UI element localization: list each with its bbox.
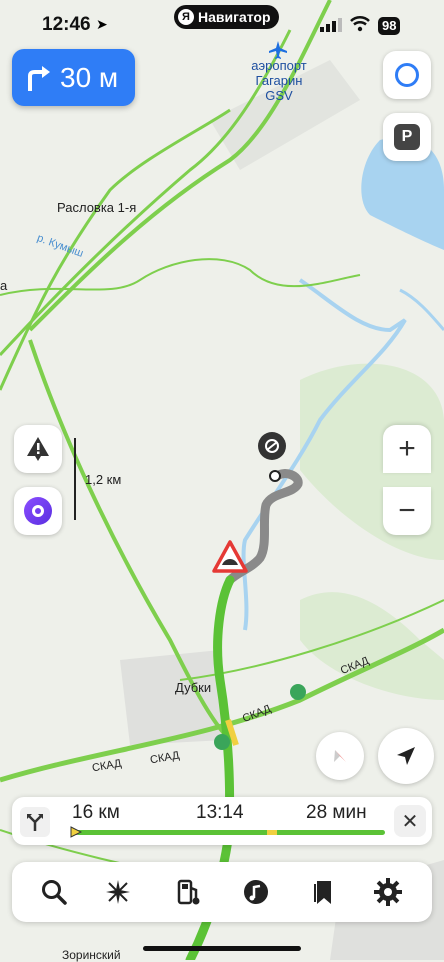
next-turn-fork-icon	[20, 807, 50, 837]
compass-button[interactable]	[316, 732, 364, 780]
route-distance: 16 км	[72, 802, 120, 823]
report-incident-button[interactable]	[14, 425, 62, 473]
sparkle-icon	[106, 880, 130, 904]
alice-purple-icon	[24, 497, 52, 525]
bookmarks-button[interactable]	[304, 874, 344, 910]
navigation-arrow-icon	[397, 747, 415, 765]
settings-button[interactable]	[368, 874, 408, 910]
gas-station-icon[interactable]	[214, 734, 230, 750]
traffic-yellow-segment	[267, 830, 277, 835]
status-bar: 12:46 ➤ Я Навигатор 98	[0, 0, 444, 50]
bottom-toolbar	[12, 862, 432, 922]
whats-nearby-button[interactable]	[98, 874, 138, 910]
bumpy-road-hazard-icon[interactable]	[212, 540, 248, 579]
location-arrow-icon: ➤	[96, 16, 108, 32]
app-indicator-pill[interactable]: Я Навигатор	[174, 5, 279, 29]
warning-pin-icon	[27, 437, 49, 461]
gas-station-icon[interactable]	[290, 684, 306, 700]
airport-label-line1: аэропорт	[251, 58, 307, 73]
turn-right-icon	[28, 65, 50, 91]
village-dubki-label: Дубки	[175, 680, 212, 695]
village-raslovka-label: Расловка 1-я	[57, 200, 137, 215]
scale-label: 1,2 км	[85, 472, 122, 487]
route-duration: 28 мин	[306, 802, 367, 823]
fuel-pump-icon	[177, 879, 200, 905]
scale-bar	[74, 438, 76, 520]
music-circle-icon	[244, 880, 268, 904]
parking-button[interactable]: P	[383, 113, 431, 161]
wifi-icon	[350, 16, 370, 32]
bookmark-icon	[314, 881, 331, 904]
plus-icon: +	[398, 432, 416, 465]
cellular-signal-icon	[320, 18, 342, 32]
arrival-time: 13:14	[196, 802, 244, 823]
yandex-logo-icon: Я	[178, 9, 194, 25]
zoom-in-button[interactable]: +	[383, 425, 431, 473]
alice-ring-icon	[395, 63, 419, 87]
edge-label: а	[0, 278, 8, 293]
speed-camera-icon[interactable]	[258, 432, 286, 460]
route-summary-panel[interactable]: 16 км 13:14 28 мин ✕	[12, 797, 432, 845]
minus-icon: −	[398, 494, 416, 527]
home-indicator[interactable]	[143, 946, 301, 951]
clock: 12:46	[42, 14, 91, 35]
airport-label-line2: Гагарин	[255, 73, 303, 88]
route-start-flag-icon	[70, 826, 82, 838]
app-pill-label: Навигатор	[198, 9, 271, 25]
close-route-button[interactable]: ✕	[394, 805, 426, 837]
my-location-button[interactable]	[378, 728, 434, 784]
airport-label: аэропорт Гагарин GSV	[249, 58, 309, 103]
parking-icon: P	[394, 124, 420, 150]
airport-label-line3: GSV	[265, 88, 293, 103]
route-progress-bar	[72, 830, 385, 835]
search-button[interactable]	[34, 874, 74, 910]
compass-icon	[334, 750, 346, 762]
gear-icon	[374, 878, 402, 906]
maneuver-distance: 30 м	[60, 61, 119, 93]
maneuver-card[interactable]: 30 м	[12, 49, 135, 106]
search-icon	[42, 880, 67, 905]
alice-assistant-button[interactable]	[383, 51, 431, 99]
zoom-out-button[interactable]: −	[383, 487, 431, 535]
alice-voice-button[interactable]	[14, 487, 62, 535]
gas-stations-button[interactable]	[168, 874, 208, 910]
music-button[interactable]	[236, 874, 276, 910]
battery-indicator: 98	[378, 17, 401, 35]
